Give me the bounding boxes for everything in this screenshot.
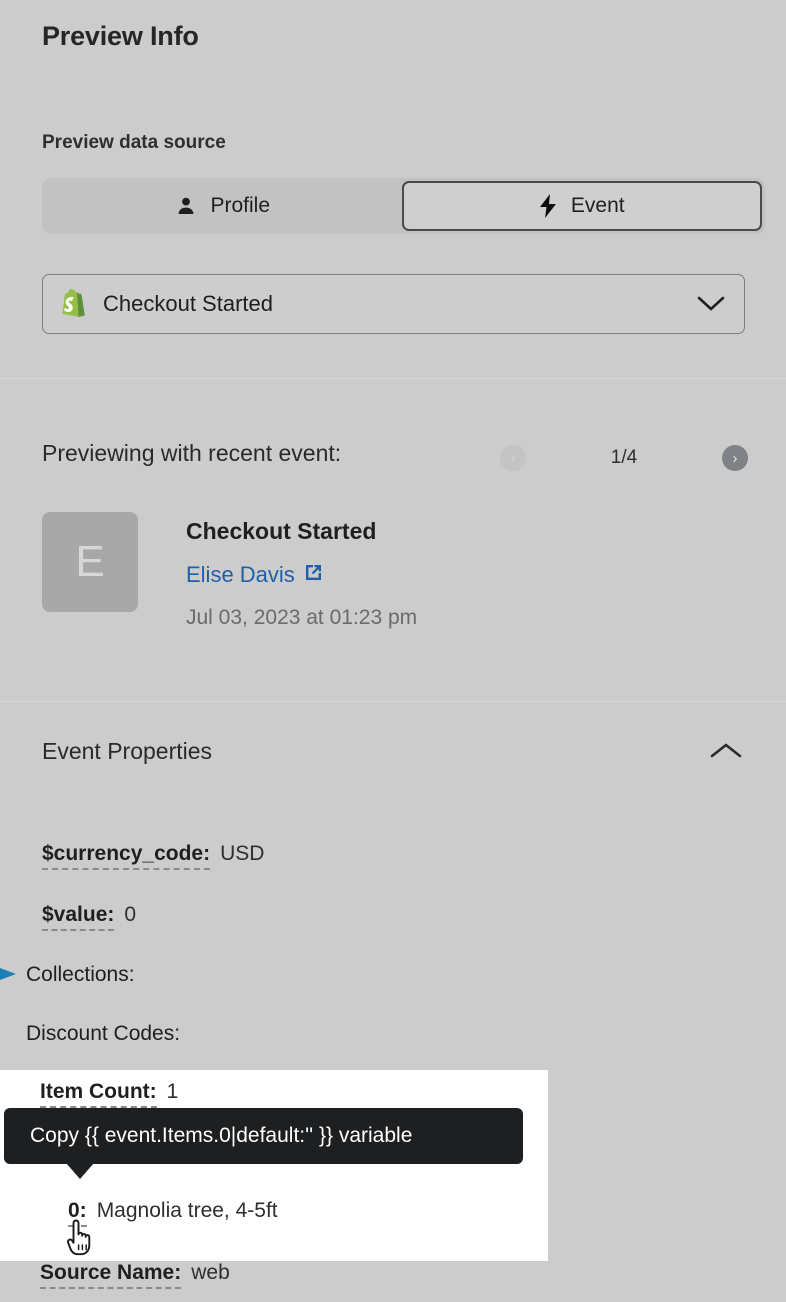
preview-data-source-label: Preview data source (42, 132, 226, 154)
property-key[interactable]: 0: (68, 1199, 87, 1227)
external-link-icon[interactable] (304, 562, 323, 588)
section-divider-bottom (0, 701, 786, 702)
pager-next-button[interactable]: › (722, 445, 748, 471)
shopify-icon (61, 289, 87, 319)
page-title: Preview Info (42, 21, 199, 52)
recent-event-timestamp: Jul 03, 2023 at 01:23 pm (186, 606, 417, 630)
property-row-collections[interactable]: Collections: (26, 963, 135, 987)
property-key[interactable]: Item Count: (40, 1080, 157, 1108)
property-row-currency-code: $currency_code: USD (42, 842, 264, 870)
property-key[interactable]: $currency_code: (42, 842, 210, 870)
event-select-dropdown[interactable]: Checkout Started (42, 274, 745, 334)
tooltip-arrow (66, 1163, 94, 1179)
previewing-with-recent-event-label: Previewing with recent event: (42, 440, 341, 467)
recent-event-person-link[interactable]: Elise Davis (186, 562, 323, 588)
toggle-event[interactable]: Event (402, 181, 763, 231)
triangle-right-icon[interactable] (0, 965, 19, 983)
person-icon (176, 196, 196, 216)
toggle-profile-label: Profile (210, 194, 270, 218)
bolt-icon (539, 194, 557, 218)
property-row-source-name: Source Name: web (40, 1261, 230, 1289)
chevron-down-icon[interactable] (696, 295, 726, 313)
pager-count: 1/4 (611, 447, 637, 469)
event-select-value: Checkout Started (103, 291, 696, 317)
property-value: web (191, 1261, 230, 1285)
chevron-up-icon (709, 741, 743, 766)
property-value: Magnolia tree, 4-5ft (97, 1199, 278, 1223)
property-value: 1 (167, 1080, 179, 1104)
event-properties-title: Event Properties (42, 738, 212, 765)
event-pager: ‹ 1/4 › (500, 438, 748, 478)
toggle-event-label: Event (571, 194, 625, 218)
property-row-item-count: Item Count: 1 (40, 1080, 178, 1108)
event-properties-collapse-button[interactable] (706, 738, 746, 768)
toggle-profile[interactable]: Profile (45, 181, 402, 231)
data-source-toggle-group: Profile Event (42, 178, 765, 234)
recent-event-name: Checkout Started (186, 518, 376, 545)
pager-prev-button[interactable]: ‹ (500, 445, 526, 471)
recent-event-person-label: Elise Davis (186, 562, 295, 588)
property-key[interactable]: Source Name: (40, 1261, 181, 1289)
property-value: USD (220, 842, 264, 866)
property-key[interactable]: $value: (42, 903, 114, 931)
property-row-item-0: 0: Magnolia tree, 4-5ft (68, 1199, 278, 1227)
property-row-value: $value: 0 (42, 903, 136, 931)
avatar: E (42, 512, 138, 612)
section-divider-top (0, 378, 786, 379)
property-row-discount-codes[interactable]: Discount Codes: (26, 1022, 180, 1046)
tooltip-text: Copy {{ event.Items.0|default:'' }} vari… (30, 1124, 412, 1148)
copy-variable-tooltip: Copy {{ event.Items.0|default:'' }} vari… (4, 1108, 523, 1164)
property-value: 0 (124, 903, 136, 927)
